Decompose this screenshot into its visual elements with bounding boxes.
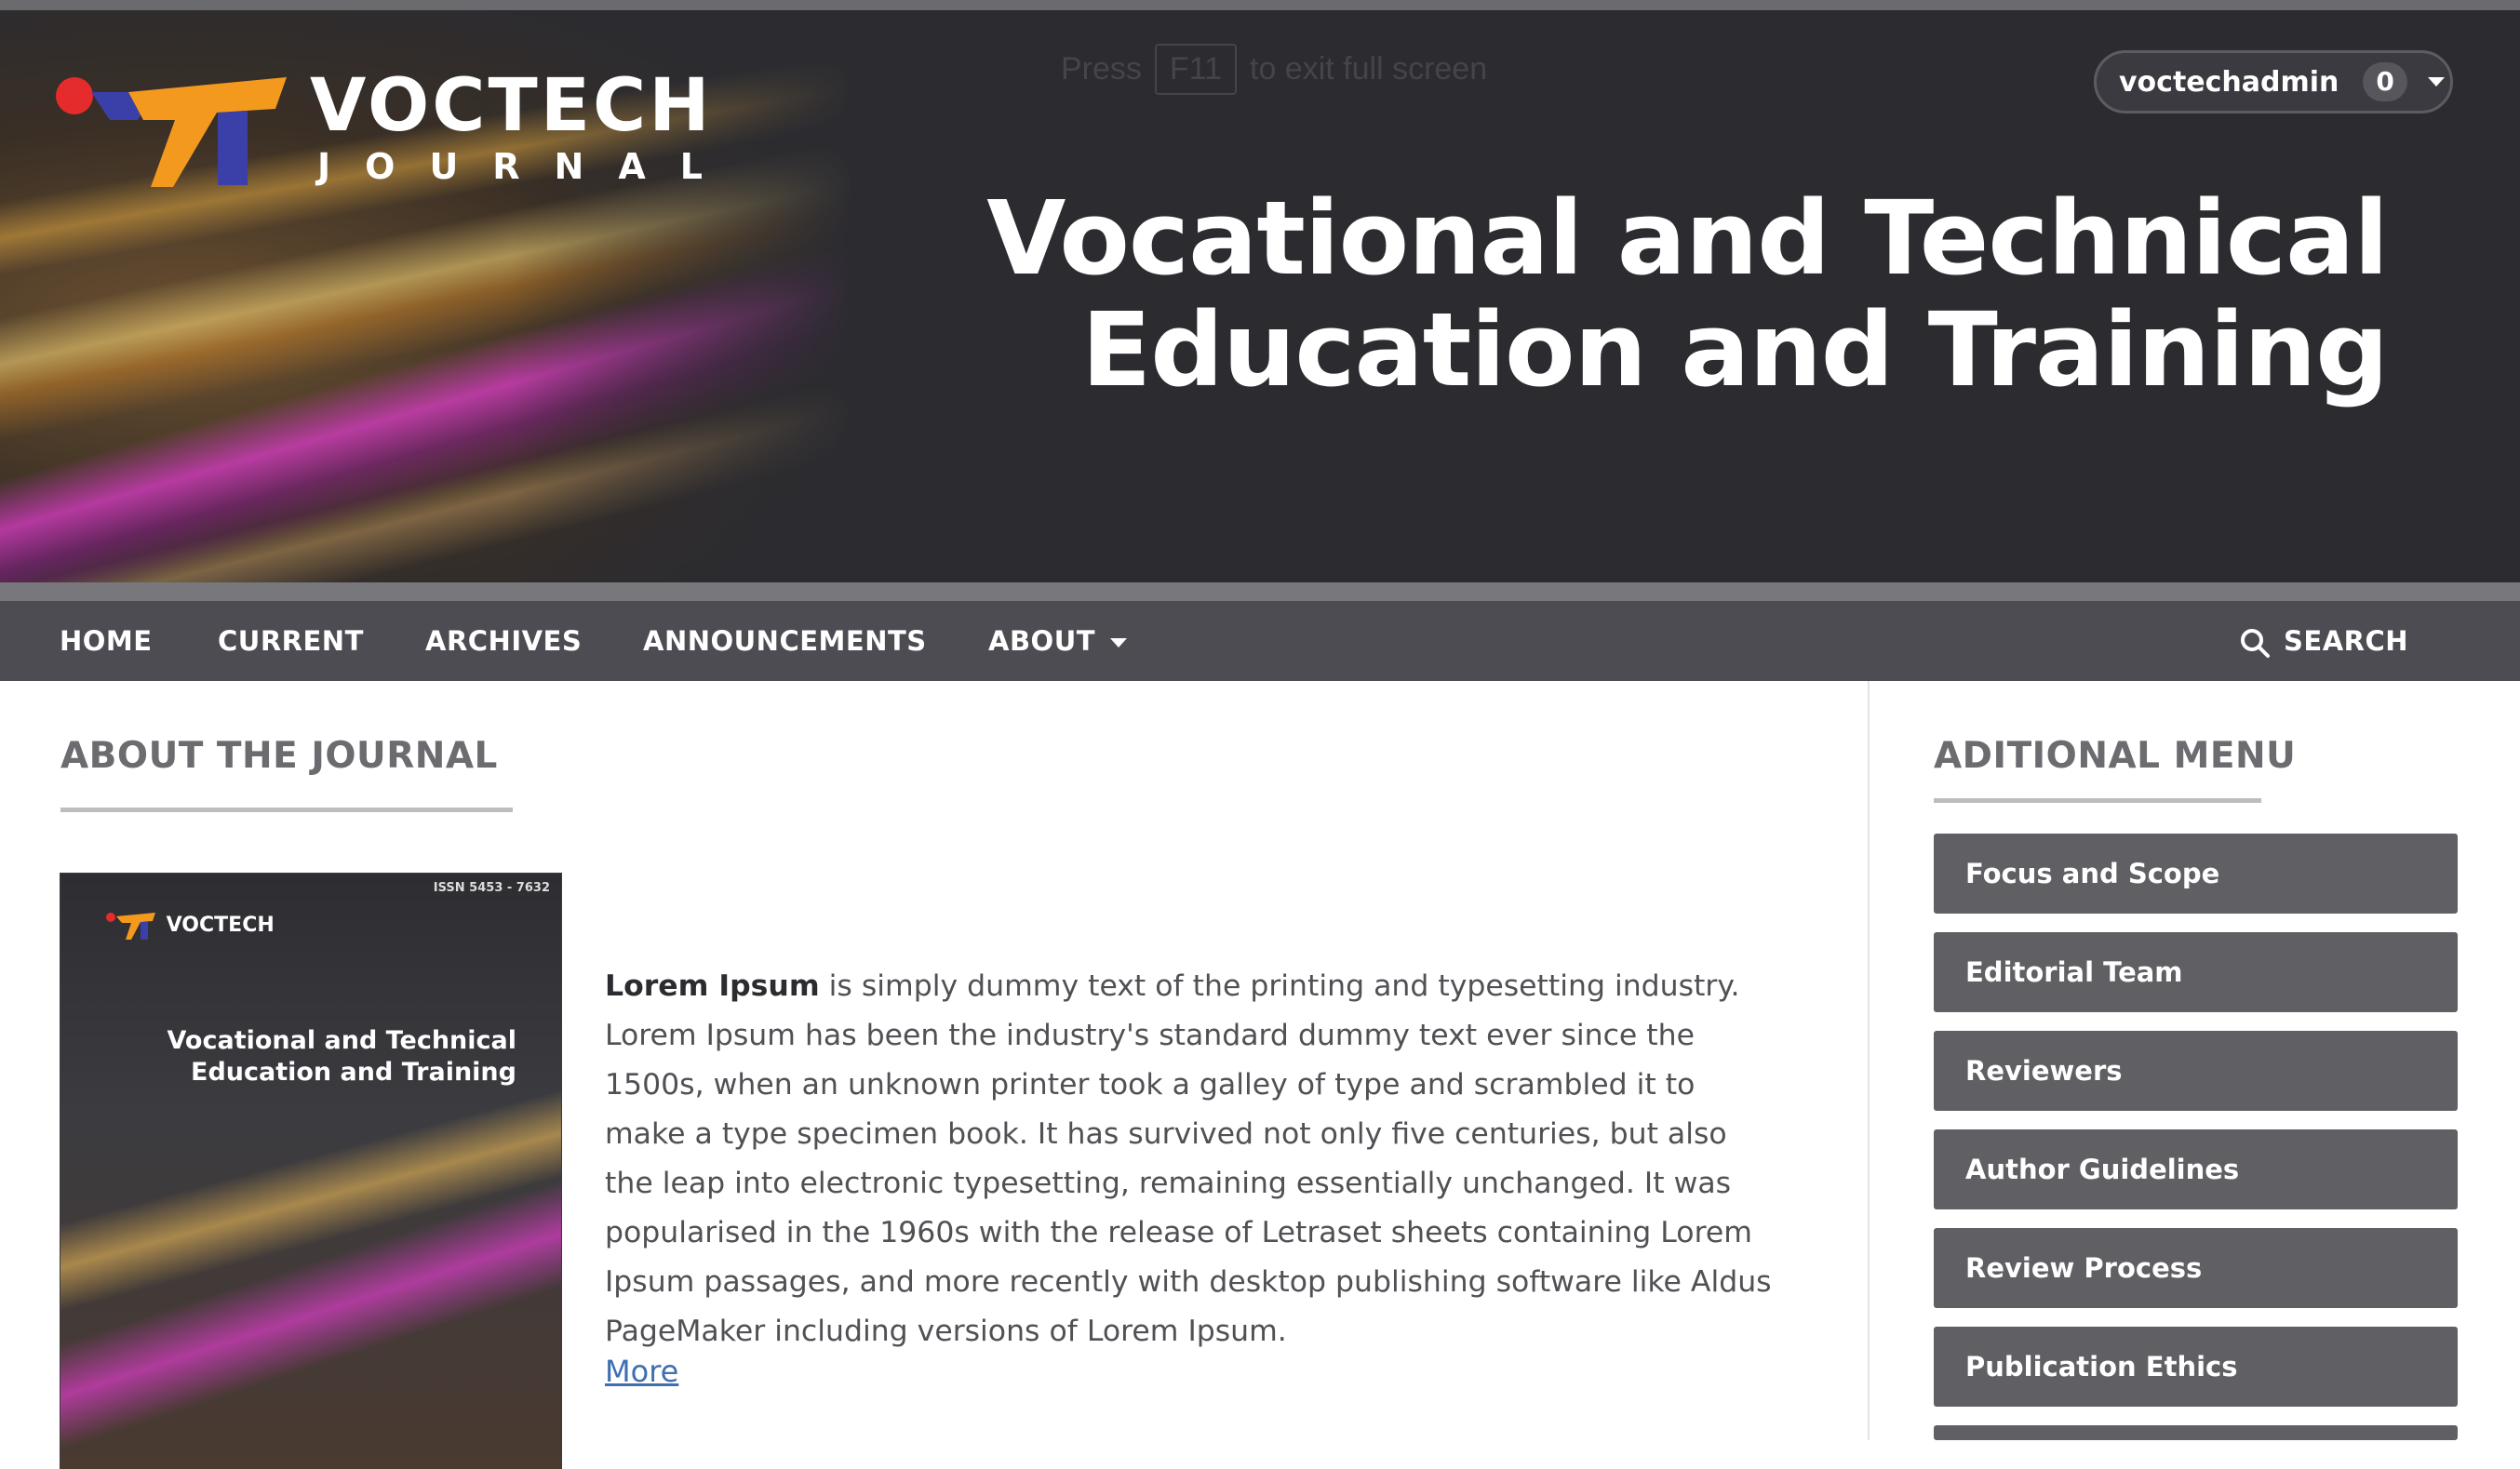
fullscreen-notice-prefix: Press — [1061, 51, 1142, 87]
cover-logo-word: VOCTECH — [166, 914, 275, 937]
column-divider — [1868, 681, 1870, 1440]
nav-search-label: SEARCH — [2284, 625, 2409, 657]
fullscreen-notice-suffix: to exit full screen — [1250, 51, 1488, 87]
more-link[interactable]: More — [605, 1354, 678, 1389]
logo-mark-icon — [56, 77, 287, 187]
username: voctechadmin — [2119, 65, 2339, 99]
sidebar-item-review-process[interactable]: Review Process — [1934, 1228, 2458, 1308]
fullscreen-notice: Press F11 to exit full screen — [1061, 44, 1487, 95]
cover-logo-mark-icon — [106, 913, 155, 940]
sidebar-item-editorial-team[interactable]: Editorial Team — [1934, 932, 2458, 1012]
cover-title-line1: Vocational and Technical — [167, 1026, 517, 1055]
search-icon — [2241, 629, 2270, 658]
nav-archives[interactable]: ARCHIVES — [425, 601, 582, 681]
nav-home[interactable]: HOME — [60, 601, 153, 681]
about-journal-heading: ABOUT THE JOURNAL — [60, 735, 498, 777]
main-nav: HOME CURRENT ARCHIVES ANNOUNCEMENTS ABOU… — [0, 601, 2520, 681]
nav-search[interactable]: SEARCH — [2239, 601, 2408, 681]
sidebar-item-reviewers[interactable]: Reviewers — [1934, 1031, 2458, 1111]
header-bottom-band — [0, 582, 2520, 601]
cover-title-line2: Education and Training — [191, 1058, 516, 1087]
cover-issn: ISSN 5453 - 7632 — [433, 881, 550, 895]
sidebar-item-next[interactable] — [1934, 1425, 2458, 1440]
about-journal-underline — [60, 808, 513, 812]
cover-logo: VOCTECH — [105, 909, 275, 942]
user-menu-button[interactable]: voctechadmin 0 — [2094, 50, 2453, 114]
sidebar-item-focus-and-scope[interactable]: Focus and Scope — [1934, 834, 2458, 914]
sidebar-item-publication-ethics[interactable]: Publication Ethics — [1934, 1327, 2458, 1407]
chevron-down-icon — [1110, 638, 1128, 648]
nav-about-label: ABOUT — [988, 625, 1096, 657]
nav-announcements[interactable]: ANNOUNCEMENTS — [643, 601, 927, 681]
logo-subtitle: JOURNAL — [317, 146, 737, 187]
cover-title: Vocational and Technical Education and T… — [168, 1025, 517, 1088]
site-title-line1: Vocational and Technical — [986, 179, 2389, 298]
cover-light-streaks — [60, 874, 561, 1469]
logo-wordmark: VOCTECH — [310, 64, 713, 148]
intro-body: is simply dummy text of the printing and… — [605, 969, 1772, 1348]
intro-bold: Lorem Ipsum — [605, 969, 820, 1003]
sidebar-heading-underline — [1934, 798, 2261, 803]
sidebar-item-author-guidelines[interactable]: Author Guidelines — [1934, 1129, 2458, 1209]
about-journal-text: Lorem Ipsum is simply dummy text of the … — [605, 962, 1777, 1356]
top-strip — [0, 0, 2520, 10]
site-header: VOCTECH JOURNAL Press F11 to exit full s… — [0, 10, 2520, 582]
fullscreen-notice-key: F11 — [1154, 44, 1237, 95]
nav-current[interactable]: CURRENT — [218, 601, 364, 681]
site-title-line2: Education and Training — [1081, 290, 2389, 409]
journal-cover-image[interactable]: ISSN 5453 - 7632 VOCTECH Vocational and … — [60, 874, 561, 1469]
sidebar-heading: ADITIONAL MENU — [1934, 735, 2297, 777]
site-title: Vocational and Technical Education and T… — [986, 179, 2389, 409]
nav-about[interactable]: ABOUT — [988, 601, 1128, 681]
chevron-down-icon — [2427, 77, 2445, 87]
notification-badge: 0 — [2363, 62, 2407, 101]
site-logo[interactable]: VOCTECH JOURNAL — [54, 64, 724, 204]
